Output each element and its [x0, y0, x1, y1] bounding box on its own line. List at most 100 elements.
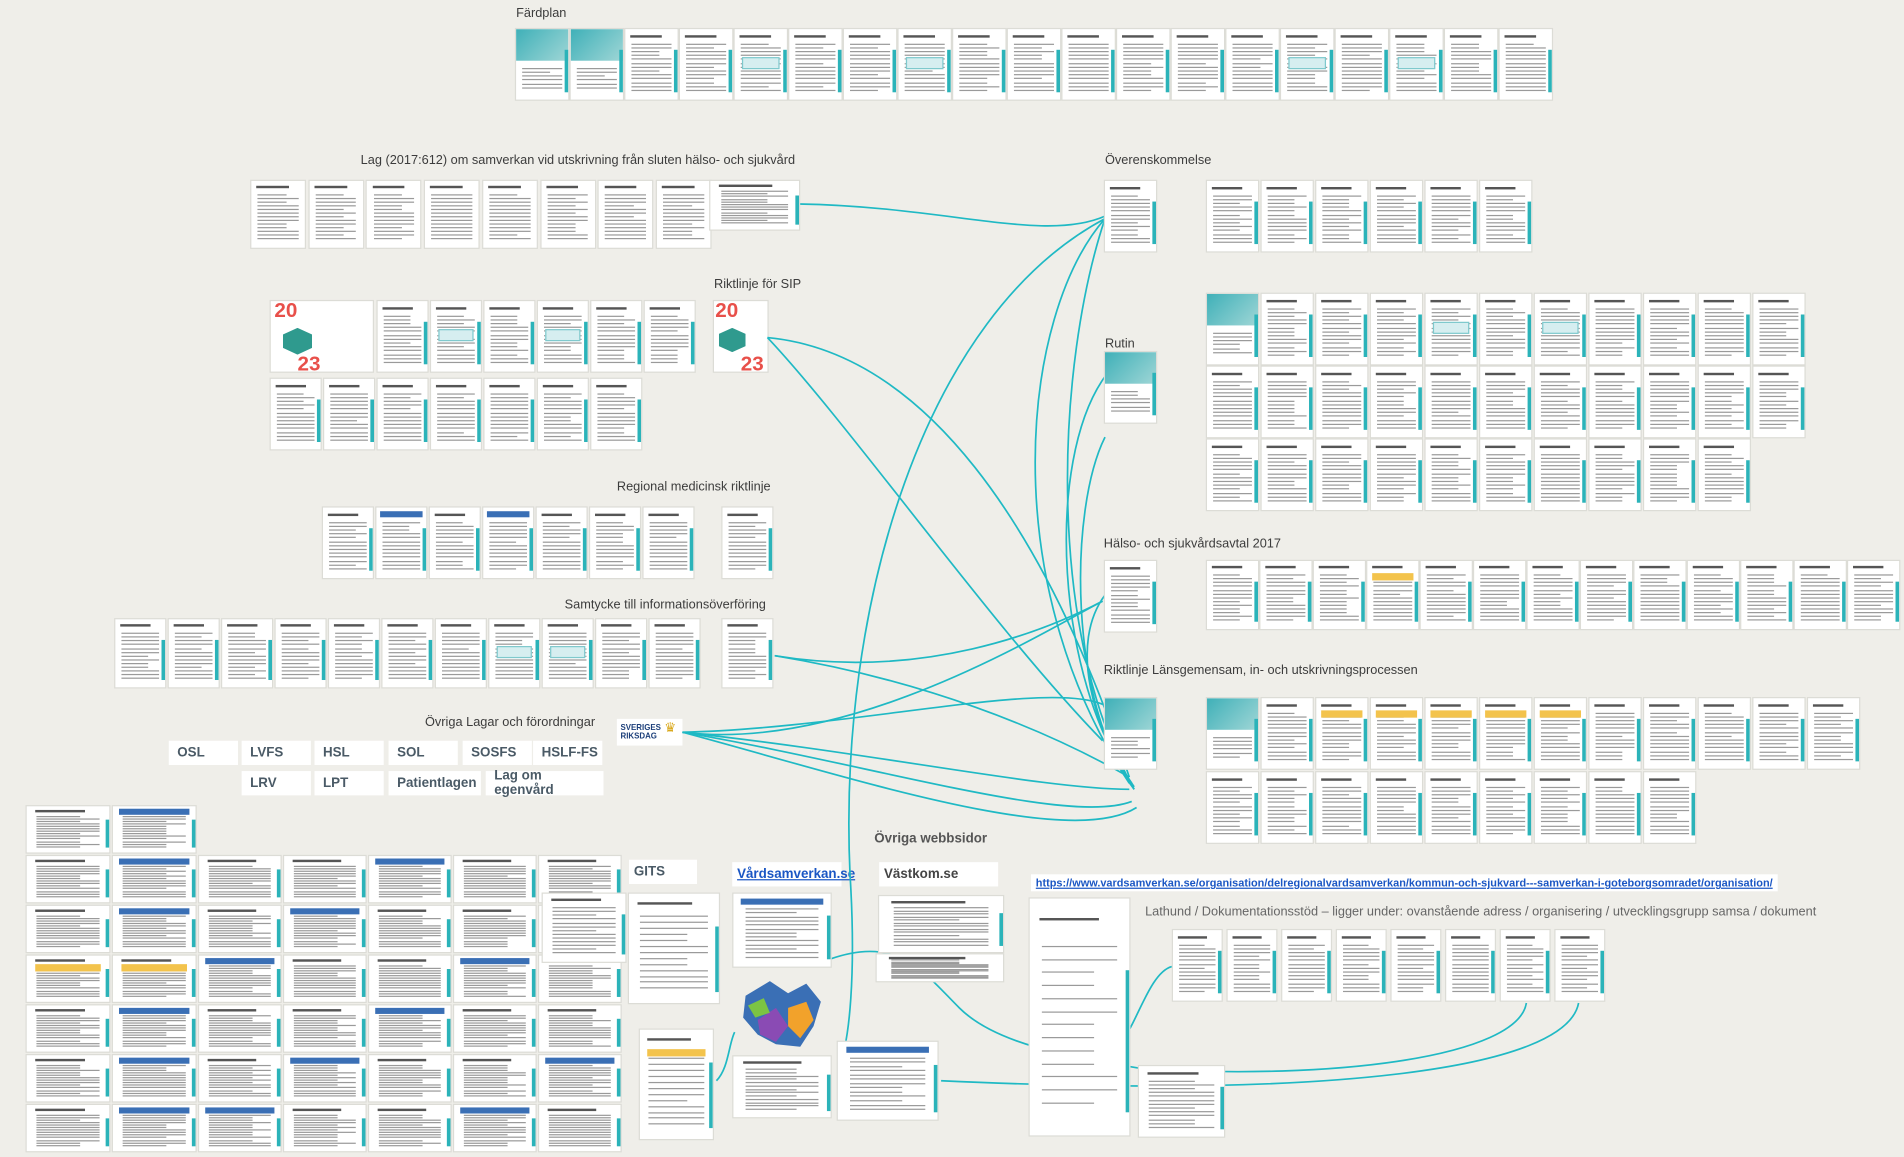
fardplan-page[interactable] — [1336, 29, 1388, 99]
gits-label[interactable]: GITS — [629, 860, 697, 884]
sip-page[interactable] — [645, 301, 695, 371]
law-tag-osl[interactable]: OSL — [169, 741, 238, 765]
samtycke-page[interactable] — [436, 619, 486, 687]
riktlinje-lans-page[interactable] — [1371, 698, 1422, 768]
riktlinje-lans-page[interactable] — [1644, 772, 1695, 842]
slide-thumbnail[interactable] — [369, 956, 450, 1002]
samtycke-page[interactable] — [543, 619, 593, 687]
rutin-page[interactable] — [1207, 367, 1258, 437]
lag-webpage[interactable] — [710, 181, 799, 230]
rutin-page[interactable] — [1262, 440, 1313, 510]
slide-thumbnail[interactable] — [27, 1005, 110, 1051]
riktlinje-lans-page[interactable] — [1426, 698, 1477, 768]
slide-thumbnail[interactable] — [199, 1055, 280, 1101]
sip-page[interactable] — [591, 379, 641, 449]
lag-page[interactable] — [541, 181, 594, 248]
sip-page[interactable] — [538, 379, 588, 449]
samtycke-page[interactable] — [723, 619, 773, 687]
rutin-cover[interactable] — [1105, 352, 1156, 422]
rutin-page[interactable] — [1590, 367, 1641, 437]
slide-thumbnail[interactable] — [284, 1055, 365, 1101]
rutin-page[interactable] — [1262, 367, 1313, 437]
law-tag-lrv[interactable]: LRV — [242, 771, 311, 795]
rutin-page[interactable] — [1753, 294, 1804, 364]
rutin-page[interactable] — [1699, 440, 1750, 510]
riktlinje-lans-page[interactable] — [1426, 772, 1477, 842]
regional-page[interactable] — [644, 508, 694, 578]
riktlinje-lans-page[interactable] — [1480, 698, 1531, 768]
fardplan-page[interactable] — [1117, 29, 1169, 99]
halso-avtal-page[interactable] — [1314, 561, 1365, 629]
lathund-page[interactable] — [1282, 930, 1331, 1000]
rutin-page[interactable] — [1753, 367, 1804, 437]
rutin-page[interactable] — [1371, 367, 1422, 437]
rutin-page[interactable] — [1426, 440, 1477, 510]
slide-thumbnail[interactable] — [113, 1005, 196, 1051]
slide-thumbnail[interactable] — [199, 956, 280, 1002]
fardplan-page[interactable] — [844, 29, 896, 99]
riktlinje-lans-cover[interactable] — [1105, 698, 1156, 768]
riktlinje-lans-page[interactable] — [1371, 772, 1422, 842]
slide-thumbnail[interactable] — [369, 1105, 450, 1151]
slide-thumbnail[interactable] — [27, 1105, 110, 1151]
slide-thumbnail[interactable] — [199, 906, 280, 952]
law-tag-sosfs[interactable]: SOSFS — [463, 741, 532, 765]
slide-thumbnail[interactable] — [284, 906, 365, 952]
overenskommelse-page[interactable] — [1262, 181, 1313, 251]
halso-avtal-page[interactable] — [1421, 561, 1472, 629]
samtycke-page[interactable] — [596, 619, 646, 687]
slide-thumbnail[interactable] — [284, 956, 365, 1002]
gits-page[interactable] — [629, 894, 719, 1003]
rutin-page[interactable] — [1316, 294, 1367, 364]
sip-cover-page-linked[interactable]: 20 23 — [714, 301, 767, 371]
fardplan-page[interactable] — [1063, 29, 1115, 99]
fardplan-page[interactable] — [1172, 29, 1224, 99]
riktlinje-lans-page[interactable] — [1207, 698, 1258, 768]
fardplan-page[interactable] — [1445, 29, 1497, 99]
samtycke-page[interactable] — [650, 619, 700, 687]
lag-page[interactable] — [251, 181, 304, 248]
overenskommelse-cover[interactable] — [1105, 181, 1156, 251]
gits-table[interactable] — [640, 1030, 713, 1139]
sip-page[interactable] — [378, 301, 428, 371]
slide-thumbnail[interactable] — [27, 1055, 110, 1101]
slide-thumbnail[interactable] — [454, 906, 535, 952]
samtycke-page[interactable] — [115, 619, 165, 687]
lag-page[interactable] — [599, 181, 652, 248]
lag-page[interactable] — [483, 181, 536, 248]
lag-page[interactable] — [309, 181, 362, 248]
rutin-page[interactable] — [1316, 440, 1367, 510]
rutin-page[interactable] — [1644, 294, 1695, 364]
fardplan-page[interactable] — [625, 29, 677, 99]
slide-thumbnail[interactable] — [369, 856, 450, 902]
lag-page[interactable] — [367, 181, 420, 248]
slide-thumbnail[interactable] — [27, 856, 110, 902]
fardplan-page[interactable] — [1281, 29, 1333, 99]
slide-thumbnail[interactable] — [539, 956, 620, 1002]
law-tag-lvfs[interactable]: LVFS — [242, 741, 311, 765]
rutin-page[interactable] — [1699, 367, 1750, 437]
sip-page[interactable] — [591, 301, 641, 371]
riktlinje-lans-page[interactable] — [1535, 698, 1586, 768]
overenskommelse-page[interactable] — [1480, 181, 1531, 251]
riktlinje-lans-page[interactable] — [1808, 698, 1859, 768]
vastkom-footer[interactable] — [877, 954, 1003, 981]
rutin-page[interactable] — [1644, 367, 1695, 437]
riksdag-logo[interactable]: SVERIGES RIKSDAG ♛ — [617, 719, 683, 746]
lathund-page[interactable] — [1446, 930, 1495, 1000]
slide-thumbnail[interactable] — [454, 956, 535, 1002]
slide-thumbnail[interactable] — [454, 1105, 535, 1151]
riktlinje-lans-page[interactable] — [1207, 772, 1258, 842]
sip-page[interactable] — [538, 301, 588, 371]
slide-thumbnail[interactable] — [539, 1055, 620, 1101]
vardsamverkan-page[interactable] — [733, 1056, 830, 1117]
lag-page[interactable] — [425, 181, 478, 248]
rutin-page[interactable] — [1371, 294, 1422, 364]
regional-page[interactable] — [323, 508, 373, 578]
law-tag-hslf-fs[interactable]: HSLF-FS — [533, 741, 602, 765]
regional-page[interactable] — [723, 508, 773, 578]
rutin-page[interactable] — [1590, 294, 1641, 364]
slide-thumbnail[interactable] — [284, 1005, 365, 1051]
law-tag-lpt[interactable]: LPT — [315, 771, 384, 795]
rutin-page[interactable] — [1590, 440, 1641, 510]
